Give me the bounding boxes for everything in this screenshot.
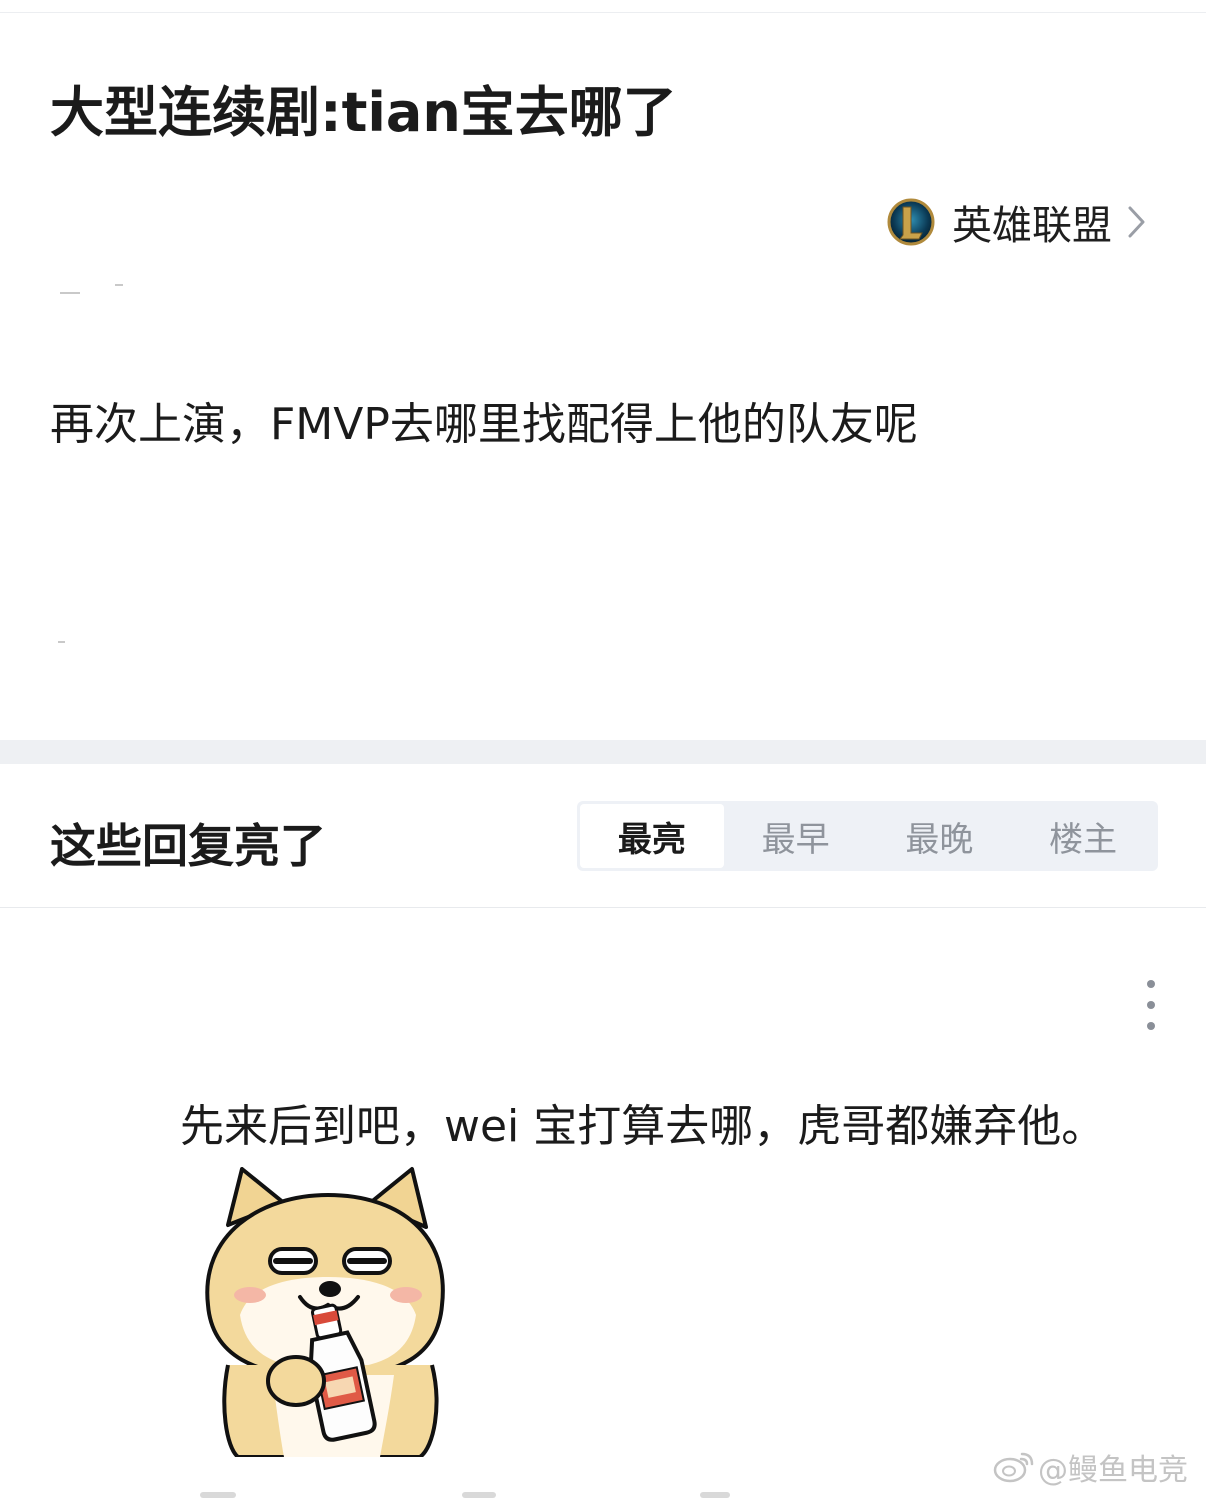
faint-mark	[58, 641, 65, 643]
reply-text: 先来后到吧，wei 宝打算去哪，虎哥都嫌弃他。	[180, 1101, 1106, 1152]
sort-tab-latest[interactable]: 最晚	[868, 804, 1012, 868]
forum-name: 英雄联盟	[952, 203, 1112, 249]
sort-tab-earliest[interactable]: 最早	[724, 804, 868, 868]
sort-tab-brightest[interactable]: 最亮	[580, 804, 724, 868]
faint-mark	[60, 292, 80, 294]
divider	[0, 907, 1206, 908]
watermark-text: @鳗鱼电竞	[1038, 1453, 1188, 1488]
more-vertical-icon[interactable]	[1138, 980, 1164, 1030]
dog-drinking-bottle-sticker[interactable]	[180, 1165, 470, 1457]
forum-link[interactable]: 英雄联盟	[886, 192, 1148, 252]
cut-off-content	[700, 1492, 730, 1498]
weibo-icon	[993, 1452, 1034, 1483]
sort-tab-op-only[interactable]: 楼主	[1011, 804, 1155, 868]
watermark: @鳗鱼电竞	[992, 1447, 1188, 1488]
section-divider	[0, 740, 1206, 764]
cut-off-content	[462, 1492, 496, 1498]
post-body: 再次上演，FMVP去哪里找配得上他的队友呢	[50, 399, 918, 450]
post-page: 大型连续剧:tian宝去哪了 英雄联盟 再次上演，FMVP去哪里找配得上他的队友…	[0, 0, 1206, 1498]
faint-mark	[115, 284, 123, 286]
cut-off-content	[200, 1492, 236, 1498]
league-of-legends-logo	[887, 198, 935, 246]
top-border	[0, 12, 1206, 13]
reply-sort-tabs: 最亮 最早 最晚 楼主	[577, 801, 1158, 871]
replies-section-title: 这些回复亮了	[50, 819, 326, 873]
chevron-right-icon	[1128, 206, 1145, 238]
post-title: 大型连续剧:tian宝去哪了	[50, 81, 677, 144]
